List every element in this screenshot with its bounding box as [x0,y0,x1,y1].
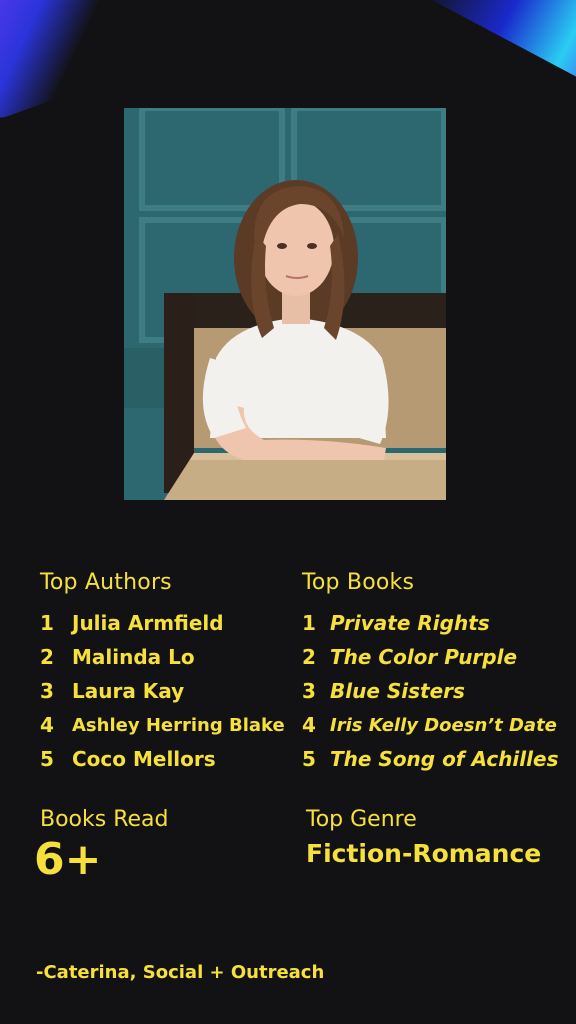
rank-number: 5 [40,747,54,771]
top-genre-value: Fiction-Romance [306,839,542,868]
top-authors-heading: Top Authors [40,570,172,595]
author-name: Malinda Lo [72,645,195,669]
list-item: 4 Ashley Herring Blake [40,708,290,742]
rank-number: 5 [302,747,316,771]
rank-number: 2 [302,645,316,669]
rank-number: 3 [302,679,316,703]
book-title: The Color Purple [330,645,518,669]
author-name: Coco Mellors [72,747,216,771]
author-name: Laura Kay [72,679,185,703]
book-title: The Song of Achilles [330,747,559,771]
author-name: Ashley Herring Blake [72,714,285,736]
books-read-stat: Books Read 6+ [34,806,169,886]
rank-number: 2 [40,645,54,669]
list-item: 5 Coco Mellors [40,742,290,776]
top-genre-label: Top Genre [306,807,417,832]
portrait-photo [124,108,446,500]
rank-number: 1 [302,611,316,635]
top-authors-list: 1 Julia Armfield 2 Malinda Lo 3 Laura Ka… [40,606,290,776]
list-item: 3 Blue Sisters [302,674,562,708]
top-books-heading: Top Books [302,570,415,595]
top-genre-stat: Top Genre Fiction-Romance [306,806,541,874]
book-title: Blue Sisters [330,679,465,703]
rank-number: 4 [302,713,316,737]
books-read-label: Books Read [40,807,169,832]
book-title: Iris Kelly Doesn’t Date [330,714,557,736]
top-books-list: 1 Private Rights 2 The Color Purple 3 Bl… [302,606,562,776]
list-item: 2 The Color Purple [302,640,562,674]
rank-number: 1 [40,611,54,635]
author-name: Julia Armfield [72,611,224,635]
rank-number: 4 [40,713,54,737]
signature: -Caterina, Social + Outreach [36,962,325,983]
books-read-value: 6+ [34,834,102,885]
list-item: 5 The Song of Achilles [302,742,562,776]
decorative-gradient-corner-right [420,0,576,97]
list-item: 1 Julia Armfield [40,606,290,640]
top-authors-section: Top Authors 1 Julia Armfield 2 Malinda L… [40,570,290,776]
list-item: 2 Malinda Lo [40,640,290,674]
top-books-section: Top Books 1 Private Rights 2 The Color P… [302,570,562,776]
decorative-gradient-corner-left [0,0,140,124]
list-item: 3 Laura Kay [40,674,290,708]
book-title: Private Rights [330,611,490,635]
list-item: 1 Private Rights [302,606,562,640]
rank-number: 3 [40,679,54,703]
list-item: 4 Iris Kelly Doesn’t Date [302,708,562,742]
